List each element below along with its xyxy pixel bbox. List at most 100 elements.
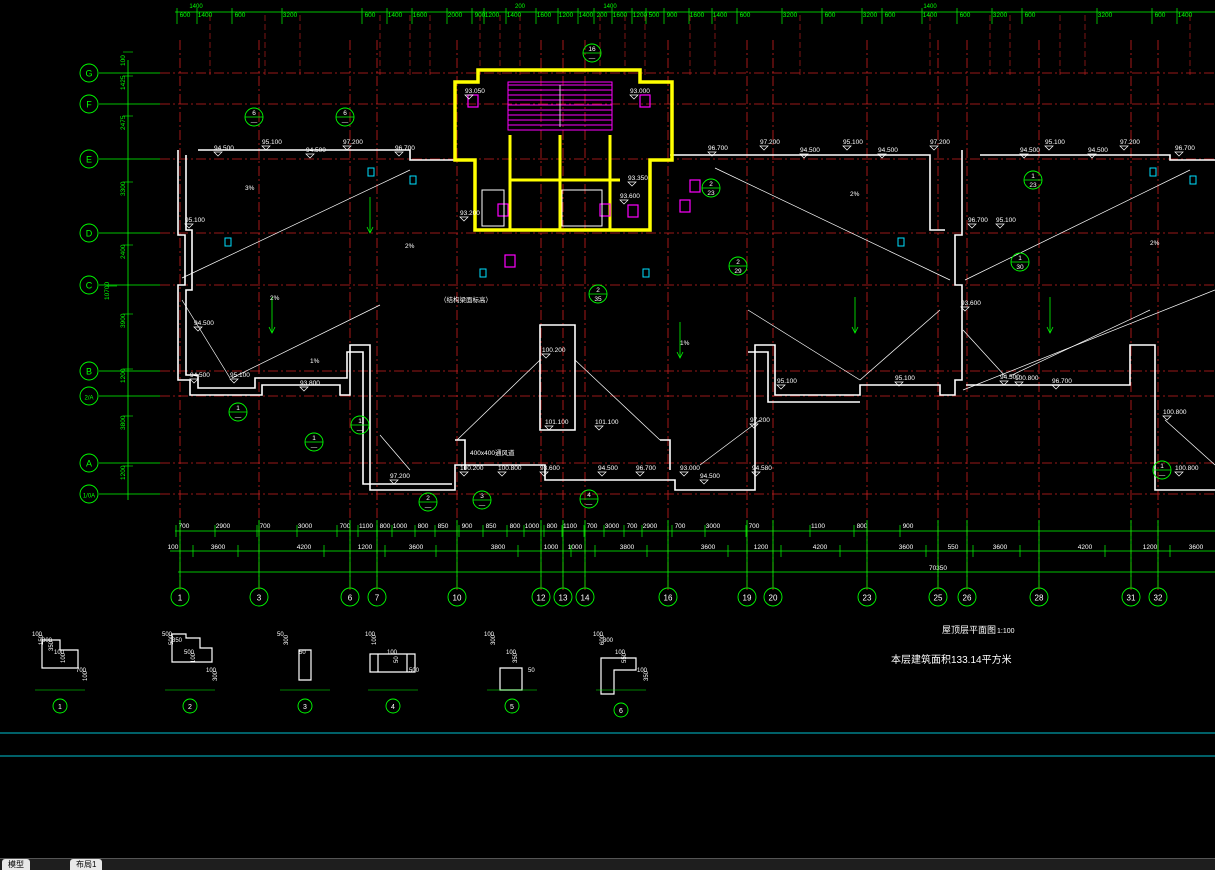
elevation-label: 94.500 (1020, 147, 1040, 154)
top-dim-label: 3200 (283, 12, 298, 19)
detail-ref-sheet: — (251, 119, 258, 126)
elevation-symbol (594, 425, 604, 431)
bottom-dim-2-label: 4200 (1078, 544, 1093, 551)
elevation-label: 100.800 (1015, 375, 1039, 382)
bottom-dim-1-label: 2900 (643, 523, 658, 530)
cad-drawing-canvas[interactable]: 600 1400 600 3200 600 1400 1600 2000 900 1200 1400… (0, 0, 1215, 869)
top-dim-label: 1400 (1178, 12, 1193, 19)
col-axis-label: 25 (934, 594, 943, 603)
detail-ref-number: 6 (343, 110, 347, 117)
slope-line (699, 419, 761, 466)
row-dim-label: 3800 (120, 415, 127, 430)
bottom-dim-1-label: 1000 (525, 523, 540, 530)
plan-title-block: 屋顶层平面图 1:100 本层建筑面积133.14平方米 (891, 625, 1015, 666)
elevation-label: 95.100 (1045, 139, 1065, 146)
elevation-label: 100.800 (1163, 409, 1187, 416)
top-dim-label: 600 (825, 12, 836, 19)
detail-ref-sheet: — (589, 55, 596, 62)
elevation-symbol (995, 223, 1005, 229)
vent-marker (409, 175, 417, 185)
section-label: 3 (303, 704, 307, 711)
elevation-label: 93.000 (630, 88, 650, 95)
section-profile (600, 657, 637, 695)
bottom-dim-2-label: 1200 (754, 544, 769, 551)
elevation-label: 94.500 (306, 147, 326, 154)
section-dim: 550 (622, 652, 628, 663)
bottom-dim-1-label: 800 (857, 523, 868, 530)
tab-layout1[interactable]: 布局1 (70, 859, 103, 870)
stair-core (453, 68, 701, 268)
bottom-dim-2-label: 550 (948, 544, 959, 551)
duct-shaft (627, 204, 639, 218)
elevation-label: 94.580 (752, 465, 772, 472)
elevation-symbol (759, 145, 769, 151)
axis-grid (160, 15, 1215, 590)
top-dim-label: 3200 (783, 12, 798, 19)
section-dim: 300 (603, 638, 614, 644)
top-dim-label: 1600 (413, 12, 428, 19)
slope-note: 2% (850, 191, 860, 198)
top-dim-label: 600 (235, 12, 246, 19)
elevation-label: 96.700 (708, 145, 728, 152)
bottom-dim-1-label: 700 (587, 523, 598, 530)
top-dim-label: 1200 (633, 12, 648, 19)
section-label: 1 (58, 704, 62, 711)
detail-ref-number: 1 (1160, 463, 1164, 470)
elevation-symbol (229, 378, 239, 384)
elevation-label: 94.500 (214, 145, 234, 152)
detail-ref-sheet: — (1159, 472, 1166, 479)
slope-note: 2% (1150, 240, 1160, 247)
duct-shaft (689, 179, 701, 193)
elevation-symbol (1174, 471, 1184, 477)
section-dim: 100 (387, 650, 398, 656)
elevation-label: 95.100 (843, 139, 863, 146)
detail-ref-number: 1 (312, 435, 316, 442)
elevation-label: 95.100 (996, 217, 1016, 224)
slope-note: 3% (245, 185, 255, 192)
detail-ref-sheet: — (479, 502, 486, 509)
col-axis-label: 1 (178, 594, 183, 603)
row-dim-label: 1200 (120, 368, 127, 383)
roof-slope-lines: （结构梁面标高） 2% 1% 400x400通风道 2% 1% 3% 2% 2% (181, 167, 1215, 471)
elevation-label: 97.200 (750, 417, 770, 424)
parapet-wall (177, 150, 963, 491)
tab-model[interactable]: 模型 (2, 859, 30, 870)
top-header-dim: 200 (515, 4, 526, 10)
slope-note: 2% (270, 295, 280, 302)
elevation-label: 93.000 (680, 465, 700, 472)
row-axis-label: 1/0A (83, 494, 95, 500)
plan-scale: 1:100 (997, 628, 1015, 635)
top-dim-label: 600 (1025, 12, 1036, 19)
detail-ref-sheet: 30 (1016, 264, 1024, 271)
row-axis-label: G (85, 69, 92, 79)
top-dim-label: 1200 (485, 12, 500, 19)
elevation-symbol (967, 223, 977, 229)
elevation-symbol (842, 145, 852, 151)
elevation-symbol (776, 384, 786, 390)
detail-ref-sheet: — (425, 504, 432, 511)
top-dim-label: 600 (885, 12, 896, 19)
elevation-symbol (1162, 415, 1172, 421)
elevation-label: 94.500 (598, 465, 618, 472)
vent-marker (479, 268, 487, 278)
slope-line (379, 434, 411, 471)
elevation-symbol (1119, 145, 1129, 151)
col-axis-label: 20 (769, 594, 778, 603)
elevation-label: 96.700 (636, 465, 656, 472)
detail-ref-number: 2 (709, 181, 713, 188)
row-dim-label: 2475 (120, 115, 127, 130)
top-dim-label: 1400 (713, 12, 728, 19)
elevation-marks: 94.500 95.100 94.500 97.200 96.700 95.100 94.5… (184, 88, 1199, 485)
section-dim: 100 (372, 634, 378, 645)
top-dim-label: 600 (180, 12, 191, 19)
section-label: 6 (619, 708, 623, 715)
elevation-label: 101.100 (595, 419, 619, 426)
layout-tab-bar: 模型 布局1 (0, 858, 1215, 870)
slope-line (859, 309, 941, 381)
section-dim: 350 (172, 638, 183, 644)
bottom-dim-2-label: 1200 (358, 544, 373, 551)
bottom-dim-1-label: 800 (418, 523, 429, 530)
section-dim: 350 (644, 670, 650, 681)
row-axis-label: F (86, 100, 92, 110)
bottom-dim-2-label: 100 (168, 544, 179, 551)
